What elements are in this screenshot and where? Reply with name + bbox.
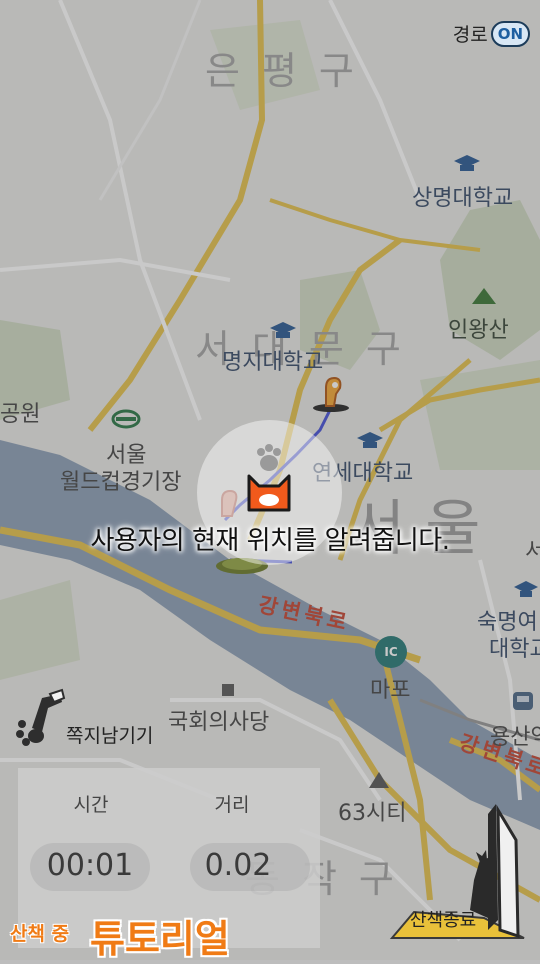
tutorial-title: 튜토리얼: [90, 917, 230, 961]
leave-note-label: 쪽지남기기: [66, 725, 154, 747]
walking-status: 산책 중: [10, 923, 70, 945]
end-walk-label: 산책종료: [410, 910, 477, 931]
distance-value: 0.02: [204, 848, 272, 883]
leave-note-button[interactable]: [12, 688, 72, 748]
note-paw-icon: [16, 688, 66, 746]
tutorial-message: 사용자의 현재 위치를 알려줍니다.: [90, 526, 450, 556]
route-toggle-label: 경로: [452, 24, 488, 46]
cat-face-location-icon: [245, 468, 293, 516]
time-value: 00:01: [46, 848, 134, 883]
route-toggle[interactable]: 경로 ON: [453, 20, 530, 47]
distance-label: 거리: [214, 794, 250, 816]
time-label: 시간: [73, 794, 109, 816]
route-toggle-state[interactable]: ON: [490, 20, 530, 47]
